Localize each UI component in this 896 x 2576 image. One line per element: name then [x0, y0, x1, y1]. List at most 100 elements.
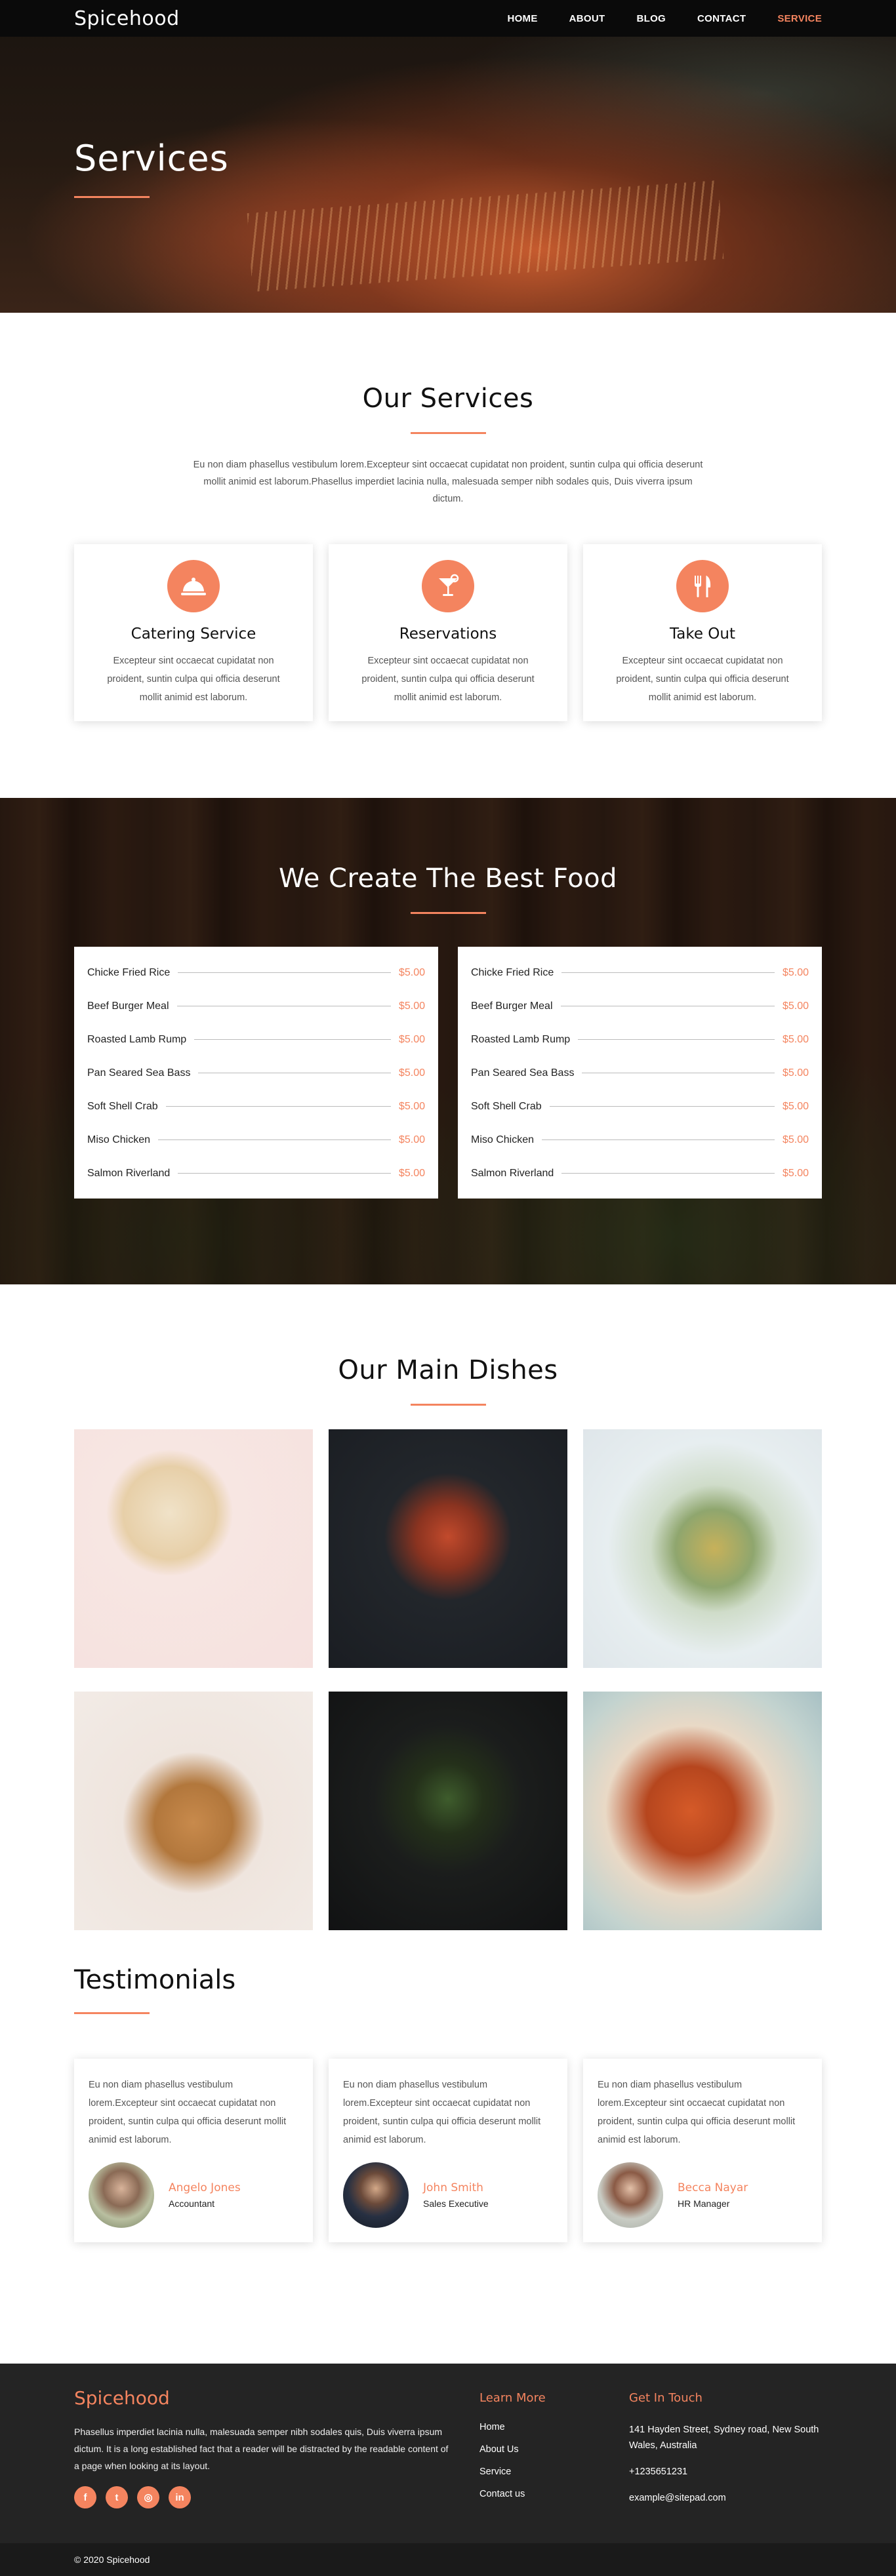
fork-knife-icon: [676, 560, 729, 612]
facebook-icon[interactable]: f: [74, 2486, 96, 2508]
footer-link-contact[interactable]: Contact us: [479, 2489, 629, 2499]
menu-item-name: Chicke Fried Rice: [471, 966, 554, 978]
avatar: [598, 2162, 663, 2228]
service-card-reservations: Reservations Excepteur sint occaecat cup…: [329, 544, 567, 721]
menu-item-name: Chicke Fried Rice: [87, 966, 171, 978]
service-text: Excepteur sint occaecat cupidatat non pr…: [361, 656, 535, 703]
footer-link-service[interactable]: Service: [479, 2467, 629, 2477]
dish-image-tomato-salad[interactable]: [329, 1429, 567, 1668]
service-title: Catering Service: [131, 625, 256, 643]
title-underline: [410, 432, 486, 434]
menu-item-name: Salmon Riverland: [471, 1167, 554, 1179]
menu-item-price: $5.00: [782, 1033, 809, 1045]
menu-item-name: Salmon Riverland: [87, 1167, 171, 1179]
menu-item-name: Miso Chicken: [87, 1134, 151, 1145]
menu-item: Salmon Riverland $5.00: [87, 1157, 425, 1190]
cocktail-icon: [422, 560, 474, 612]
testimonial-card: Eu non diam phasellus vestibulum lorem.E…: [74, 2059, 313, 2242]
testimonial-quote: Eu non diam phasellus vestibulum lorem.E…: [598, 2080, 796, 2145]
testimonial-card: Eu non diam phasellus vestibulum lorem.E…: [329, 2059, 567, 2242]
menu-item-price: $5.00: [398, 1100, 425, 1112]
menu-item-name: Miso Chicken: [471, 1134, 535, 1145]
menu-item-price: $5.00: [782, 1067, 809, 1079]
instagram-icon[interactable]: ◎: [137, 2486, 159, 2508]
menu-item: Pan Seared Sea Bass $5.00: [471, 1056, 809, 1090]
footer-logo[interactable]: Spicehood: [74, 2387, 479, 2409]
nav-link-contact[interactable]: CONTACT: [697, 13, 746, 24]
menu-item-price: $5.00: [398, 1167, 425, 1179]
menu-item: Chicke Fried Rice $5.00: [471, 956, 809, 989]
title-underline: [410, 1404, 486, 1406]
social-links: f t ◎ in: [74, 2486, 479, 2508]
menu-item: Miso Chicken $5.00: [471, 1123, 809, 1157]
services-section: Our Services Eu non diam phasellus vesti…: [0, 313, 896, 798]
menu-item: Beef Burger Meal $5.00: [471, 989, 809, 1023]
footer-link-home[interactable]: Home: [479, 2422, 629, 2432]
menu-section: We Create The Best Food Chicke Fried Ric…: [0, 798, 896, 1284]
top-navbar: Spicehood HOME ABOUT BLOG CONTACT SERVIC…: [0, 0, 896, 37]
menu-item-price: $5.00: [782, 966, 809, 978]
menu-item: Roasted Lamb Rump $5.00: [471, 1023, 809, 1056]
dish-image-green-bowl[interactable]: [329, 1692, 567, 1930]
footer-link-about[interactable]: About Us: [479, 2444, 629, 2455]
menu-item-price: $5.00: [398, 1000, 425, 1012]
testimonial-quote: Eu non diam phasellus vestibulum lorem.E…: [89, 2080, 287, 2145]
testimonial-name: Becca Nayar: [678, 2181, 748, 2194]
testimonial-role: Sales Executive: [423, 2198, 489, 2209]
title-underline: [74, 196, 150, 198]
dish-image-egg-salad[interactable]: [583, 1429, 822, 1668]
service-title: Take Out: [670, 625, 735, 643]
avatar: [89, 2162, 154, 2228]
footer-email[interactable]: example@sitepad.com: [629, 2490, 822, 2506]
footer-phone[interactable]: +1235651231: [629, 2464, 822, 2480]
service-card-catering: Catering Service Excepteur sint occaecat…: [74, 544, 313, 721]
service-text: Excepteur sint occaecat cupidatat non pr…: [616, 656, 789, 703]
twitter-icon[interactable]: t: [106, 2486, 128, 2508]
menu-item-price: $5.00: [782, 1000, 809, 1012]
testimonial-quote: Eu non diam phasellus vestibulum lorem.E…: [343, 2080, 541, 2145]
menu-item-name: Soft Shell Crab: [87, 1100, 158, 1112]
menu-item-name: Beef Burger Meal: [471, 1000, 553, 1012]
dishes-section: Our Main Dishes: [0, 1284, 896, 1965]
menu-item: Beef Burger Meal $5.00: [87, 989, 425, 1023]
menu-item-name: Soft Shell Crab: [471, 1100, 542, 1112]
footer-heading-contact: Get In Touch: [629, 2391, 703, 2405]
main-menu: HOME ABOUT BLOG CONTACT SERVICE: [507, 13, 822, 24]
menu-item-price: $5.00: [782, 1100, 809, 1112]
avatar: [343, 2162, 409, 2228]
menu-item: Pan Seared Sea Bass $5.00: [87, 1056, 425, 1090]
menu-item-price: $5.00: [782, 1134, 809, 1145]
dish-image-pancakes[interactable]: [74, 1692, 313, 1930]
menu-item-price: $5.00: [398, 1033, 425, 1045]
site-logo[interactable]: Spicehood: [74, 7, 180, 30]
nav-link-blog[interactable]: BLOG: [636, 13, 666, 24]
menu-item-price: $5.00: [398, 966, 425, 978]
menu-item-name: Roasted Lamb Rump: [87, 1033, 187, 1045]
copyright-text: © 2020 Spicehood: [74, 2554, 150, 2565]
menu-item-name: Beef Burger Meal: [87, 1000, 169, 1012]
menu-item: Soft Shell Crab $5.00: [471, 1090, 809, 1123]
copyright-bar: © 2020 Spicehood: [0, 2543, 896, 2576]
dish-image-fries-platter[interactable]: [583, 1692, 822, 1930]
menu-item: Chicke Fried Rice $5.00: [87, 956, 425, 989]
site-footer: Spicehood Phasellus imperdiet lacinia nu…: [0, 2364, 896, 2543]
testimonial-role: HR Manager: [678, 2198, 730, 2209]
menu-title: We Create The Best Food: [279, 863, 617, 894]
testimonials-title: Testimonials: [74, 1965, 236, 1995]
menu-item: Miso Chicken $5.00: [87, 1123, 425, 1157]
menu-item-price: $5.00: [398, 1067, 425, 1079]
menu-item: Salmon Riverland $5.00: [471, 1157, 809, 1190]
menu-item: Soft Shell Crab $5.00: [87, 1090, 425, 1123]
menu-item-name: Pan Seared Sea Bass: [87, 1067, 191, 1079]
service-text: Excepteur sint occaecat cupidatat non pr…: [107, 656, 280, 703]
cloche-icon: [167, 560, 220, 612]
services-intro: Eu non diam phasellus vestibulum lorem.E…: [193, 460, 703, 504]
nav-link-service[interactable]: SERVICE: [777, 13, 822, 24]
menu-item-name: Pan Seared Sea Bass: [471, 1067, 575, 1079]
linkedin-icon[interactable]: in: [169, 2486, 191, 2508]
testimonial-card: Eu non diam phasellus vestibulum lorem.E…: [583, 2059, 822, 2242]
nav-link-about[interactable]: ABOUT: [569, 13, 605, 24]
dishes-title: Our Main Dishes: [338, 1355, 558, 1385]
nav-link-home[interactable]: HOME: [507, 13, 537, 24]
dish-image-banana-bowl[interactable]: [74, 1429, 313, 1668]
